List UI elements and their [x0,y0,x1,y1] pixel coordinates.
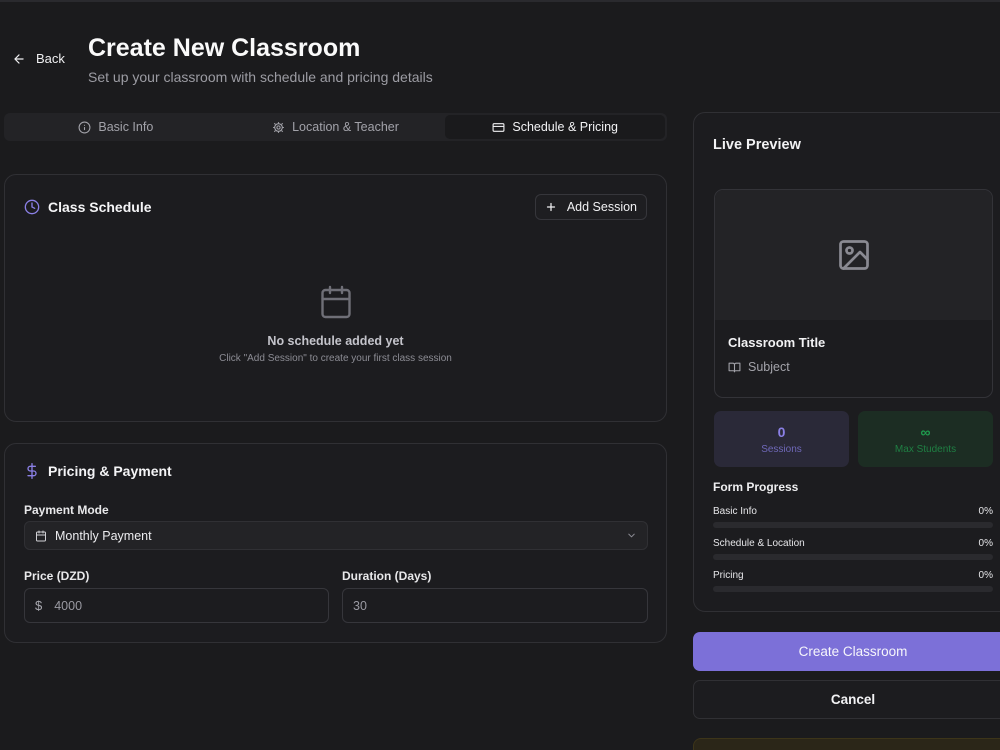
add-session-label: Add Session [566,200,637,214]
progress-value: 0% [978,570,993,581]
progress-pricing: Pricing 0% [713,570,993,592]
class-schedule-heading: Class Schedule [24,199,152,215]
tab-bar: Basic Info Location & Teacher Schedule &… [4,113,667,141]
price-label: Price (DZD) [24,569,90,583]
credit-card-icon [492,122,505,132]
sessions-count: 0 [777,424,786,440]
payment-mode-select[interactable]: Monthly Payment [24,521,648,550]
calendar-icon [36,530,46,541]
calendar-icon [320,285,351,319]
tab-location-teacher[interactable]: Location & Teacher [226,115,446,139]
arrow-left-icon [14,53,24,64]
progress-label: Schedule & Location [713,538,805,549]
clock-icon [24,199,40,215]
tab-label: Basic Info [98,120,154,134]
page-title: Create New Classroom [88,34,361,62]
cancel-button[interactable]: Cancel [693,680,1000,719]
image-icon [838,240,869,270]
payment-mode-label: Payment Mode [24,503,109,517]
book-icon [728,362,741,372]
form-progress-title: Form Progress [713,480,799,494]
image-placeholder [715,190,992,320]
pricing-heading: Pricing & Payment [24,463,172,479]
create-classroom-button[interactable]: Create Classroom [693,632,1000,671]
progress-bar [713,554,993,560]
live-preview-card: Live Preview Classroom Title Subject 0 S… [693,112,1000,612]
dollar-icon [27,463,37,479]
progress-bar [713,522,993,528]
page-subtitle: Set up your classroom with schedule and … [88,69,433,85]
progress-schedule-location: Schedule & Location 0% [713,538,993,560]
pricing-title: Pricing & Payment [48,463,172,479]
progress-bar [713,586,993,592]
pricing-payment-card: Pricing & Payment Payment Mode Monthly P… [4,443,667,643]
info-icon [78,121,91,133]
currency-icon: $ [35,598,43,613]
price-input[interactable]: $ 4000 [24,588,329,623]
price-placeholder: 4000 [54,598,83,613]
duration-label: Duration (Days) [342,569,432,583]
subject-preview: Subject [728,360,790,374]
sessions-stat: 0 Sessions [714,411,849,467]
empty-schedule-title: No schedule added yet [267,334,404,348]
empty-schedule-state: No schedule added yet Click "Add Session… [5,283,666,364]
payment-mode-value: Monthly Payment [55,528,152,543]
max-students-label: Max Students [894,444,957,455]
sessions-label: Sessions [761,444,802,455]
top-divider [0,0,1000,2]
subject-label: Subject [748,360,790,374]
tab-label: Schedule & Pricing [512,120,618,134]
progress-label: Basic Info [713,506,757,517]
max-students-count: ∞ [920,424,931,440]
max-students-stat: ∞ Max Students [858,411,993,467]
progress-value: 0% [978,538,993,549]
class-schedule-title: Class Schedule [48,199,152,215]
back-button[interactable]: Back [12,51,65,66]
back-label: Back [36,51,65,66]
progress-value: 0% [978,506,993,517]
tab-label: Location & Teacher [292,120,399,134]
empty-schedule-hint: Click "Add Session" to create your first… [219,353,452,364]
live-preview-title: Live Preview [713,137,801,153]
classroom-title-preview: Classroom Title [728,335,826,350]
gear-icon [273,121,285,133]
duration-input[interactable]: 30 [342,588,648,623]
classroom-preview: Classroom Title Subject [714,189,993,398]
duration-placeholder: 30 [353,598,367,613]
plus-icon [546,202,555,212]
tab-basic-info[interactable]: Basic Info [6,115,226,139]
progress-label: Pricing [713,570,744,581]
class-schedule-card: Class Schedule Add Session No schedule a… [4,174,667,422]
tab-schedule-pricing[interactable]: Schedule & Pricing [445,115,666,139]
notice-card [693,738,1000,750]
add-session-button[interactable]: Add Session [534,194,647,220]
chevron-down-icon [628,533,635,538]
progress-basic-info: Basic Info 0% [713,506,993,528]
